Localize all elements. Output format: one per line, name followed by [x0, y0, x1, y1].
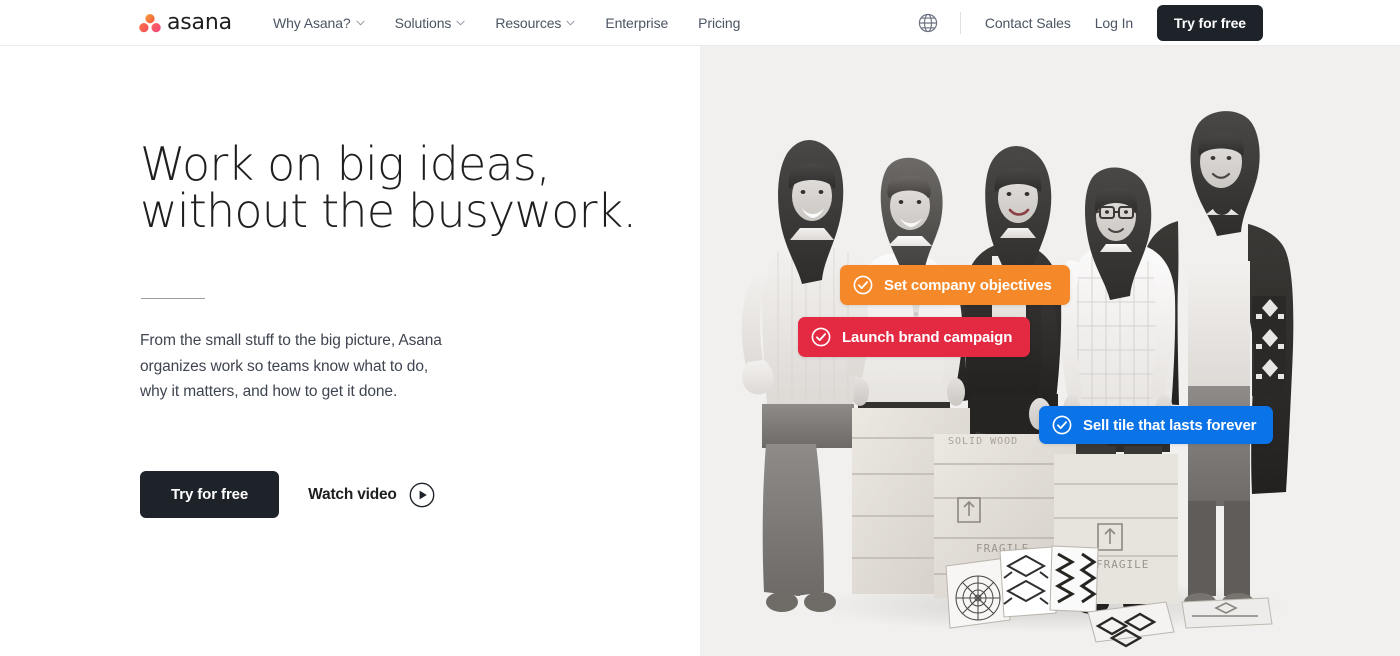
watch-video-button[interactable]: Watch video — [308, 482, 435, 508]
asana-logo-icon — [139, 13, 161, 32]
hero-copy-panel: Work on big ideas, without the busywork.… — [0, 46, 700, 656]
asana-logo-wordmark: asana — [167, 9, 232, 35]
nav-label: Why Asana? — [273, 15, 351, 31]
watch-video-label: Watch video — [308, 485, 397, 503]
page-title: Work on big ideas, without the busywork. — [140, 137, 637, 238]
task-pill-label: Launch brand campaign — [842, 328, 1013, 346]
chevron-down-icon — [566, 20, 575, 26]
nav-item-pricing[interactable]: Pricing — [698, 15, 740, 31]
hero-cta-row: Try for free Watch video — [140, 471, 435, 518]
header-divider — [959, 12, 961, 34]
primary-nav: Why Asana? Solutions Resources Enterpris… — [273, 0, 770, 46]
task-pill-label: Sell tile that lasts forever — [1083, 416, 1257, 434]
nav-label: Enterprise — [605, 15, 669, 31]
nav-item-solutions[interactable]: Solutions — [395, 15, 466, 31]
hero-image-panel: FRAGILE FRAGILE SOLID WOOD Set company o… — [700, 46, 1400, 656]
asana-logo[interactable]: asana — [139, 9, 232, 35]
task-pill-set-company-objectives[interactable]: Set company objectives — [840, 265, 1070, 305]
nav-item-why-asana[interactable]: Why Asana? — [273, 15, 365, 31]
try-for-free-button[interactable]: Try for free — [1157, 5, 1263, 41]
check-circle-icon — [853, 275, 873, 295]
hero-section: Work on big ideas, without the busywork.… — [0, 46, 1400, 656]
chevron-down-icon — [456, 20, 465, 26]
nav-label: Resources — [495, 15, 562, 31]
task-pill-label: Set company objectives — [884, 276, 1052, 294]
contact-sales-link[interactable]: Contact Sales — [985, 15, 1071, 31]
header-actions: Contact Sales Log In Try for free — [918, 0, 1400, 46]
site-header: asana Why Asana? Solutions Resources Ent… — [0, 0, 1400, 46]
svg-text:FRAGILE: FRAGILE — [1096, 558, 1149, 571]
chevron-down-icon — [356, 20, 365, 26]
log-in-link[interactable]: Log In — [1095, 15, 1133, 31]
nav-label: Pricing — [698, 15, 741, 31]
nav-item-resources[interactable]: Resources — [495, 15, 575, 31]
hero-try-for-free-button[interactable]: Try for free — [140, 471, 280, 518]
task-pill-sell-tile-that-lasts-forever[interactable]: Sell tile that lasts forever — [1039, 406, 1274, 444]
nav-label: Solutions — [394, 15, 452, 31]
check-circle-icon — [811, 327, 831, 347]
globe-icon[interactable] — [918, 13, 938, 33]
task-pill-launch-brand-campaign[interactable]: Launch brand campaign — [798, 317, 1031, 357]
svg-text:SOLID WOOD: SOLID WOOD — [948, 436, 1018, 447]
check-circle-icon — [1052, 415, 1072, 435]
hero-divider-rule — [141, 298, 205, 299]
play-circle-icon — [409, 482, 435, 507]
hero-subcopy: From the small stuff to the big picture,… — [140, 332, 442, 400]
nav-item-enterprise[interactable]: Enterprise — [605, 15, 668, 31]
